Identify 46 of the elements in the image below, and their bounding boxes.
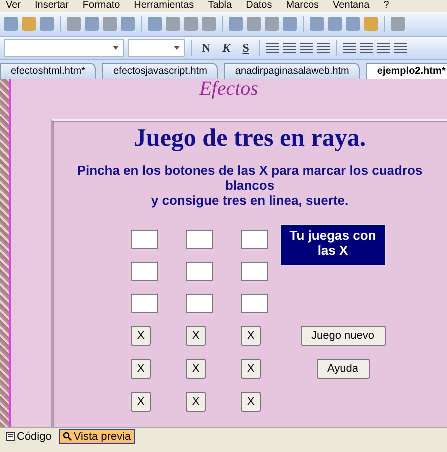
menu-item[interactable]: ? xyxy=(384,0,390,12)
board-square[interactable] xyxy=(241,230,268,249)
mark-button[interactable]: X xyxy=(241,392,261,412)
format-button[interactable]: K xyxy=(218,40,235,56)
mark-button[interactable]: X xyxy=(186,326,206,346)
mark-button[interactable]: X xyxy=(186,359,206,379)
mark-button[interactable]: X xyxy=(131,359,151,379)
search-icon xyxy=(62,432,72,441)
file-tab[interactable]: anadirpaginasalaweb.htm xyxy=(224,63,360,79)
menu-item[interactable]: Marcos xyxy=(286,0,320,12)
menu-item[interactable]: Ventana xyxy=(333,0,370,12)
board-square[interactable] xyxy=(186,262,213,281)
mark-button[interactable]: X xyxy=(241,326,261,346)
game-title: Juego de tres en raya. xyxy=(134,125,366,153)
mark-button[interactable]: X xyxy=(131,326,151,346)
format-button[interactable]: N xyxy=(198,40,215,56)
menu-item[interactable]: Ver xyxy=(6,0,22,12)
help-button[interactable]: Ayuda xyxy=(316,359,370,379)
board-square[interactable] xyxy=(131,294,158,313)
file-tab[interactable]: efectoshtml.htm* xyxy=(0,63,96,79)
menu-item[interactable]: Datos xyxy=(246,0,272,12)
player-indicator: Tu juegas con las X xyxy=(280,224,386,266)
font-style-dropdown[interactable] xyxy=(4,39,124,57)
code-view-icon xyxy=(6,432,15,441)
board-square[interactable] xyxy=(131,230,158,249)
view-tab[interactable]: Vista previa xyxy=(58,429,136,444)
menu-item[interactable]: Formato xyxy=(82,0,120,12)
mark-button[interactable]: X xyxy=(186,392,206,412)
menu-item[interactable]: Herramientas xyxy=(134,0,194,12)
menu-item[interactable]: Tabla xyxy=(208,0,232,12)
board-square[interactable] xyxy=(241,294,268,313)
file-tab[interactable]: ejemplo2.htm* xyxy=(366,63,447,79)
font-size-dropdown[interactable] xyxy=(128,39,185,57)
banner-title: Efectos xyxy=(200,79,258,102)
instructions-text: y consigue tres en linea, suerte. xyxy=(150,193,350,208)
new-game-button[interactable]: Juego nuevo xyxy=(300,326,386,346)
mark-button[interactable]: X xyxy=(131,392,151,412)
board-square[interactable] xyxy=(241,262,268,281)
board-square[interactable] xyxy=(131,262,158,281)
menu-item[interactable]: Insertar xyxy=(35,0,69,12)
file-tab[interactable]: efectosjavascript.htm xyxy=(102,63,218,79)
board-square[interactable] xyxy=(186,230,213,249)
view-tab[interactable]: Código xyxy=(2,429,56,444)
mark-button[interactable]: X xyxy=(241,359,261,379)
format-button[interactable]: S xyxy=(238,40,254,56)
board-square[interactable] xyxy=(186,294,213,313)
